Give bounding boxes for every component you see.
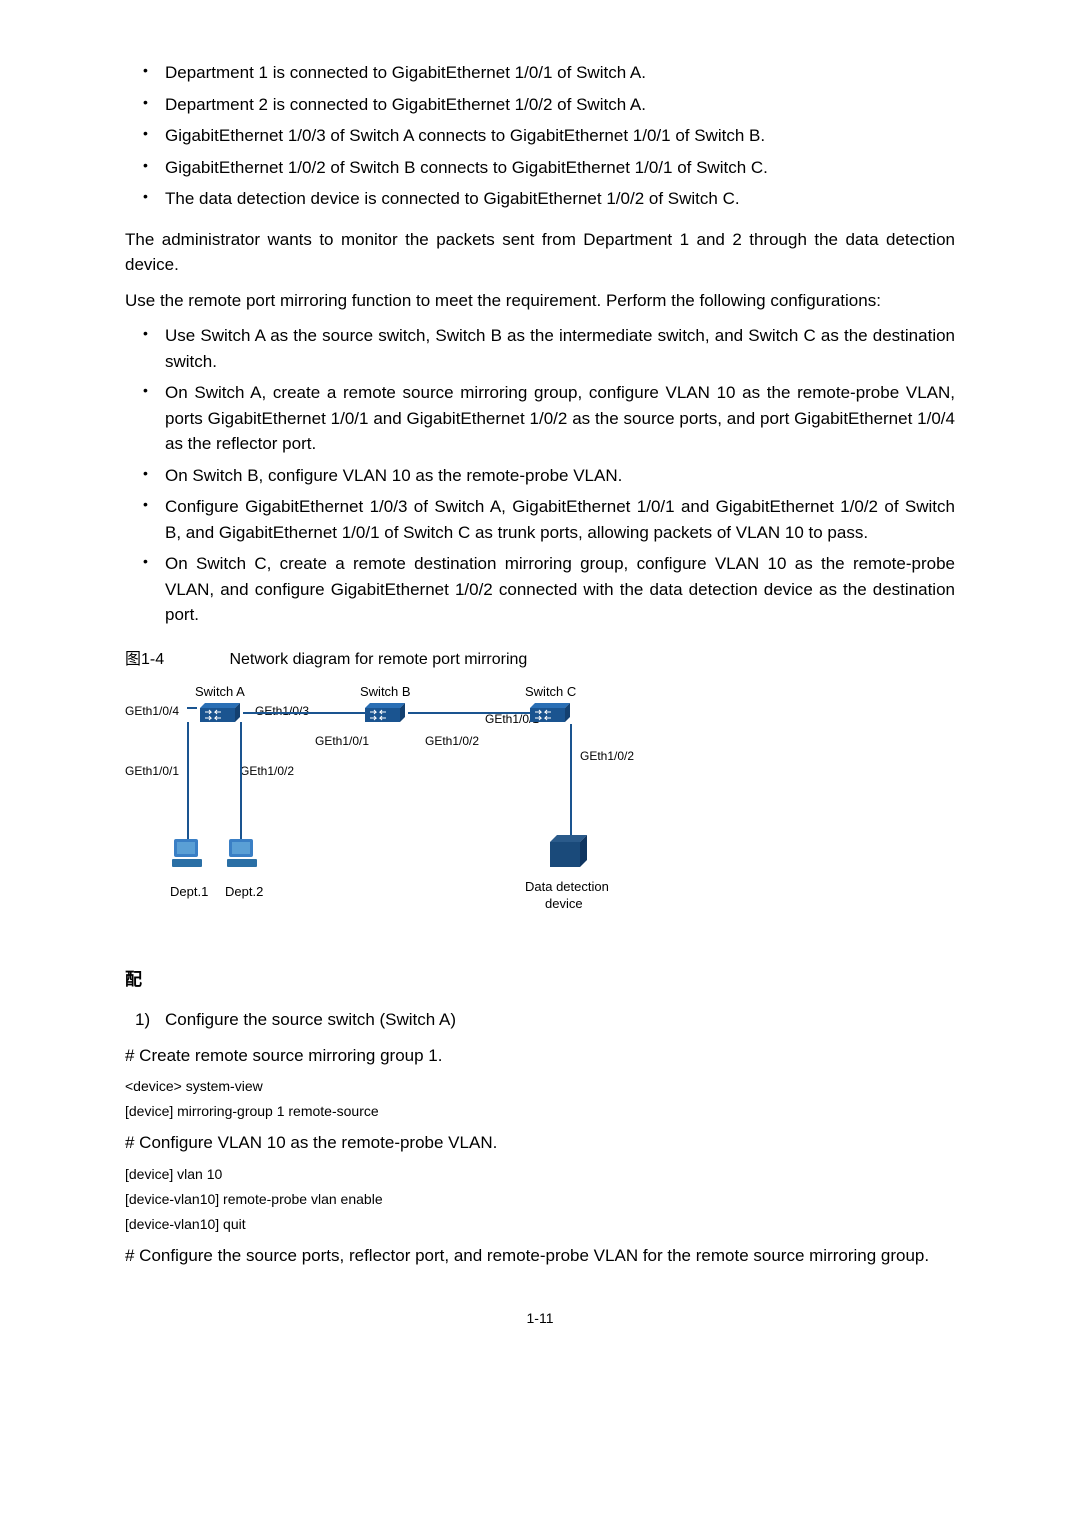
procedure-heading-stub: 配 <box>125 967 955 993</box>
link-line <box>570 724 572 839</box>
port-label: GEth1/0/2 <box>580 747 634 765</box>
step-description: # Configure VLAN 10 as the remote-probe … <box>125 1130 955 1156</box>
dept1-label: Dept.1 <box>170 882 208 902</box>
cli-line: <device> system-view <box>125 1076 955 1097</box>
pc-icon <box>170 837 205 872</box>
server-icon <box>545 832 593 874</box>
step-description: # Configure the source ports, reflector … <box>125 1243 955 1269</box>
port-label: GEth1/0/2 <box>425 732 479 750</box>
figure-number: 图1-4 <box>125 648 225 672</box>
list-item: On Switch B, configure VLAN 10 as the re… <box>125 463 955 489</box>
list-item: On Switch A, create a remote source mirr… <box>125 380 955 457</box>
link-line <box>408 712 530 714</box>
data-device-label2: device <box>545 894 583 914</box>
list-item: Configure GigabitEthernet 1/0/3 of Switc… <box>125 494 955 545</box>
list-item: Use Switch A as the source switch, Switc… <box>125 323 955 374</box>
switch-icon <box>360 700 410 730</box>
switch-icon <box>525 700 575 730</box>
figure-label: 图1-4 Network diagram for remote port mir… <box>125 648 955 672</box>
link-line <box>187 707 197 709</box>
requirement-para: The administrator wants to monitor the p… <box>125 227 955 278</box>
cli-line: [device-vlan10] quit <box>125 1214 955 1235</box>
procedure-list: 1)Configure the source switch (Switch A) <box>125 1007 955 1033</box>
list-item: Department 2 is connected to GigabitEthe… <box>125 92 955 118</box>
cli-line: [device] vlan 10 <box>125 1164 955 1185</box>
cli-line: [device-vlan10] remote-probe vlan enable <box>125 1189 955 1210</box>
dept2-label: Dept.2 <box>225 882 263 902</box>
step-text: Configure the source switch (Switch A) <box>165 1010 456 1029</box>
port-label: GEth1/0/1 <box>315 732 369 750</box>
port-label: GEth1/0/3 <box>255 702 309 720</box>
link-line <box>187 722 189 847</box>
list-item: Department 1 is connected to GigabitEthe… <box>125 60 955 86</box>
port-label: GEth1/0/1 <box>125 762 179 780</box>
list-item: GigabitEthernet 1/0/2 of Switch B connec… <box>125 155 955 181</box>
switch-icon <box>195 700 245 730</box>
switch-c-label: Switch C <box>525 682 576 702</box>
page-number: 1-11 <box>125 1308 955 1329</box>
figure-title: Network diagram for remote port mirrorin… <box>229 651 527 668</box>
link-line <box>243 712 365 714</box>
port-label: GEth1/0/2 <box>240 762 294 780</box>
list-item: 1)Configure the source switch (Switch A) <box>125 1007 955 1033</box>
cli-line: [device] mirroring-group 1 remote-source <box>125 1101 955 1122</box>
switch-a-label: Switch A <box>195 682 245 702</box>
link-line <box>240 722 242 847</box>
step-description: # Create remote source mirroring group 1… <box>125 1043 955 1069</box>
port-label: GEth1/0/4 <box>125 702 179 720</box>
config-list: Use Switch A as the source switch, Switc… <box>125 323 955 628</box>
instruction-para: Use the remote port mirroring function t… <box>125 288 955 314</box>
pc-icon <box>225 837 260 872</box>
network-diagram: Switch A Switch B Switch C GEth1/0/4 GEt… <box>125 682 685 942</box>
list-item: The data detection device is connected t… <box>125 186 955 212</box>
switch-b-label: Switch B <box>360 682 411 702</box>
list-item: On Switch C, create a remote destination… <box>125 551 955 628</box>
list-item: GigabitEthernet 1/0/3 of Switch A connec… <box>125 123 955 149</box>
topology-list: Department 1 is connected to GigabitEthe… <box>125 60 955 212</box>
